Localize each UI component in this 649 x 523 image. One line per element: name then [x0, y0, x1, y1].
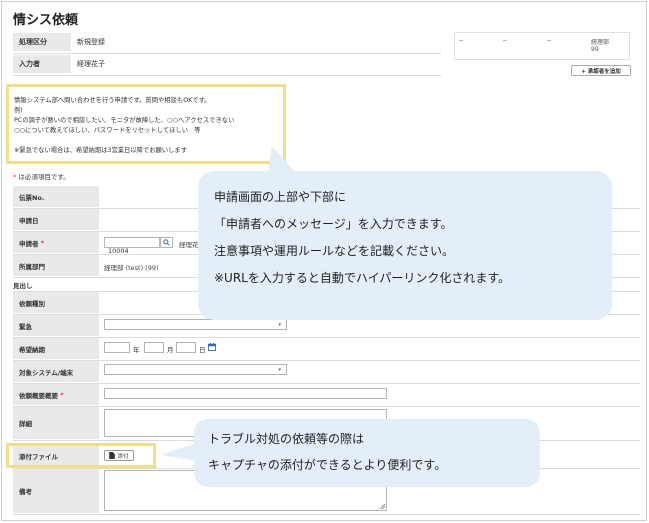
remarks-label: 備考 [13, 469, 99, 513]
callout-line: キャプチャの添付ができるとより便利です。 [208, 458, 447, 472]
summary-input[interactable] [104, 388, 387, 399]
callout-line: 「申請者へのメッセージ」を入力できます。 [214, 217, 453, 231]
required-note-text: は必須項目です。 [16, 173, 70, 181]
applicant-name: 経理花 [179, 241, 199, 249]
author-value: 経理花子 [77, 60, 105, 68]
required-note: * は必須項目です。 [13, 171, 70, 181]
resize-grip-icon [379, 503, 385, 509]
approval-route: -- -- -- 経理部 99 [454, 32, 630, 60]
callout-pointer [160, 443, 196, 461]
request-type-label: 依頼種別 [13, 292, 99, 313]
divider [13, 360, 640, 361]
calendar-icon[interactable] [208, 343, 216, 351]
divider [13, 406, 640, 407]
due-day-input[interactable] [176, 342, 196, 353]
applicant-message: 情報システム部へ問い合わせを行う申請です。質問や相談もOKです。 例) PCの調… [6, 84, 286, 164]
divider [13, 383, 640, 384]
message-line: ○○について教えてほしい、パスワードをリセットしてほしい 等 [14, 127, 201, 134]
divider [13, 337, 640, 338]
detail-label: 詳細 [13, 407, 99, 439]
process-type-label: 処理区分 [13, 33, 71, 51]
message-line: ※緊急でない場合は、希望納期は3営業日以降でお願いします [14, 147, 188, 154]
callout-bottom: トラブル対処の依頼等の際は キャプチャの添付ができるとより便利です。 [194, 419, 540, 487]
applicant-label-text: 申請者 [19, 239, 39, 248]
required-mark: * [60, 390, 64, 399]
target-system-select[interactable]: ▾ [104, 364, 287, 375]
applicant-label: 申請者 * [13, 232, 99, 253]
due-date-label: 希望納期 [13, 338, 99, 359]
callout-line: 申請画面の上部や下部に [214, 190, 347, 204]
message-line: 例) [14, 107, 23, 114]
file-icon [109, 452, 116, 459]
message-line [14, 136, 283, 146]
approval-step-2: -- [503, 37, 508, 44]
page-title: 情シス依頼 [13, 13, 79, 28]
summary-label: 依頼概要概要 * [13, 384, 99, 405]
message-line: 情報システム部へ問い合わせを行う申請です。質問や相談もOKです。 [14, 97, 211, 104]
author-label: 入力者 [13, 55, 71, 73]
applicant-search-button[interactable] [160, 237, 173, 248]
required-mark: * [40, 238, 45, 247]
chevron-down-icon: ▾ [278, 322, 281, 328]
message-line: PCの調子が悪いので相談したい、モニタが故障した、○○へアクセスできない [14, 117, 235, 124]
summary-label-text: 依頼概要概要 [19, 391, 58, 400]
denpyo-no-label: 伝票No. [13, 186, 99, 207]
callout-line: ※URLを入力すると自動でハイパーリンク化されます。 [214, 271, 511, 285]
process-type-value: 新規登録 [77, 38, 105, 46]
search-icon [163, 239, 170, 246]
chevron-down-icon: ▾ [278, 367, 281, 373]
day-unit: 日 [199, 346, 206, 354]
approval-step-4-number: 99 [591, 46, 599, 53]
approval-step-3: -- [547, 37, 552, 44]
month-unit: 月 [167, 346, 174, 354]
application-date-label: 申請日 [13, 209, 99, 230]
section-heading: 見出し [13, 282, 33, 290]
callout-top: 申請画面の上部や下部に 「申請者へのメッセージ」を入力できます。 注意事項や運用… [198, 171, 612, 320]
approval-step-1: -- [459, 37, 464, 44]
year-unit: 年 [133, 346, 140, 354]
attach-button-label: 添付 [117, 453, 129, 460]
urgent-label: 緊急 [13, 315, 99, 336]
department-value: 経理部 (test) (99) [104, 264, 159, 272]
urgent-select[interactable]: ▾ [104, 319, 287, 330]
department-label: 所属部門 [13, 255, 99, 276]
applicant-code-input[interactable]: 10004 [104, 237, 160, 255]
approval-step-4: 経理部 [591, 39, 610, 46]
target-system-label: 対象システム/端末 [13, 361, 99, 382]
callout-line: トラブル対処の依頼等の際は [208, 432, 365, 446]
due-month-input[interactable] [144, 342, 164, 353]
divider [13, 75, 441, 76]
due-year-input[interactable] [104, 342, 130, 353]
divider [13, 514, 640, 515]
divider [13, 53, 441, 54]
add-approver-button[interactable]: + 承認者を追加 [571, 65, 631, 76]
attach-button[interactable]: 添付 [104, 450, 134, 461]
callout-line: 注意事項や運用ルールなどを記載ください。 [214, 244, 455, 258]
